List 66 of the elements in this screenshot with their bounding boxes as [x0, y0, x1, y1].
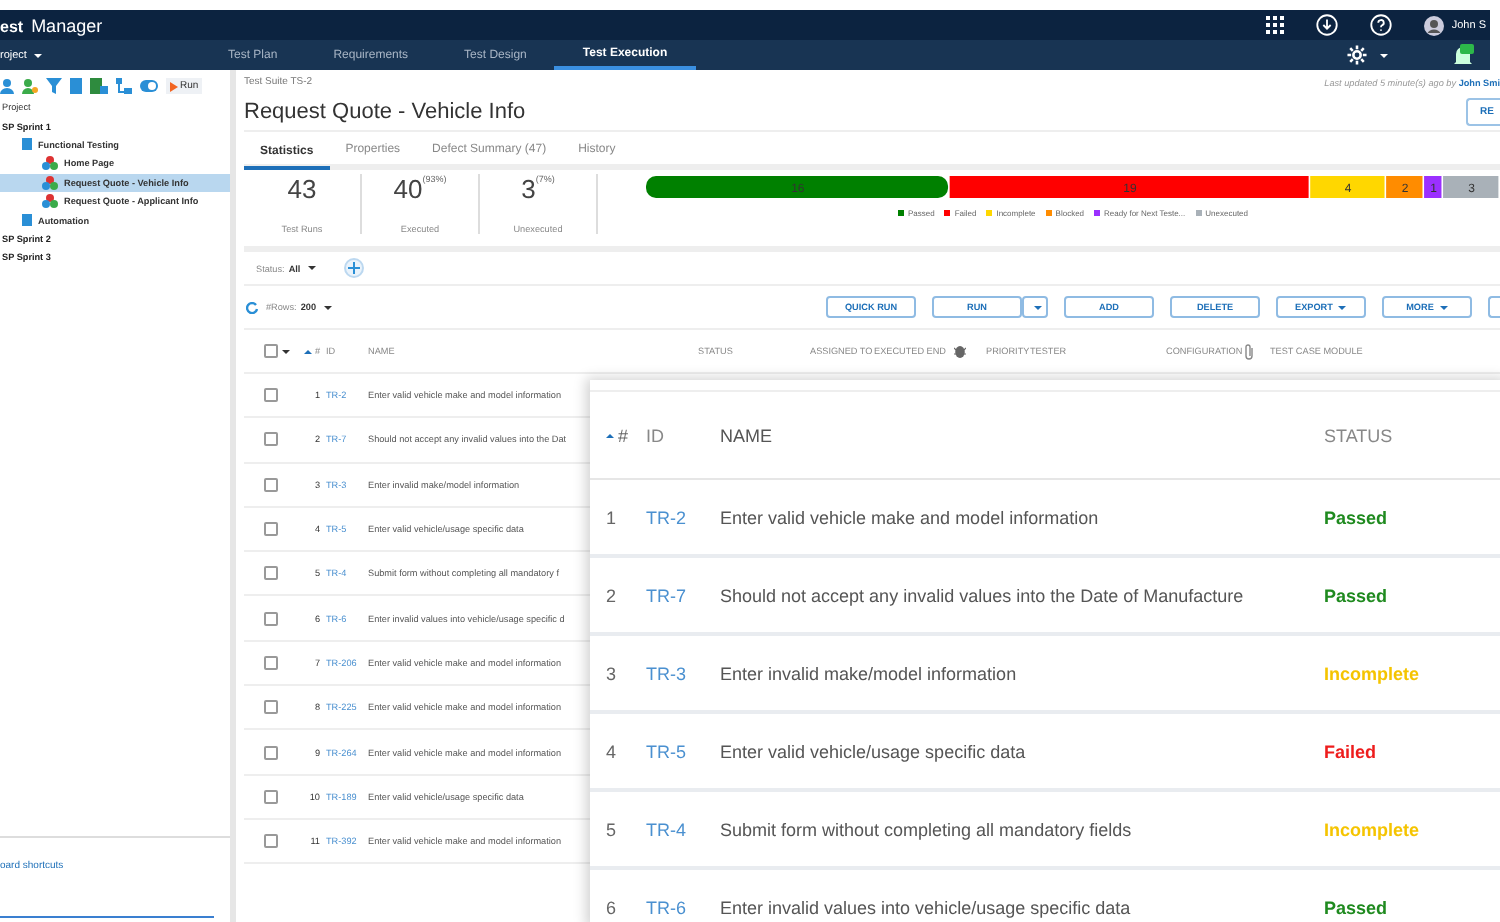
stat-value: 3: [521, 174, 536, 204]
status-text: Passed: [1324, 897, 1388, 917]
page-title: Request Quote - Vehicle Info: [244, 100, 526, 124]
table-cell-text: Enter valid vehicle make and model information: [720, 507, 1101, 527]
row-checkbox[interactable]: [264, 789, 278, 804]
download-icon[interactable]: [1315, 14, 1338, 36]
test-run-link[interactable]: TR-6: [646, 897, 720, 917]
row-checkbox[interactable]: [264, 522, 278, 537]
row-number: 1: [604, 507, 619, 527]
status-text: Passed: [1324, 585, 1388, 605]
row-checkbox[interactable]: [264, 432, 278, 447]
row-checkbox[interactable]: [264, 611, 278, 626]
row-number: 4: [604, 741, 619, 761]
row-checkbox[interactable]: [264, 655, 278, 670]
bug-icon: [954, 344, 966, 358]
logo-text: est: [0, 17, 24, 35]
table-cell-text: Enter invalid make/model information: [720, 663, 1019, 683]
row-checkbox[interactable]: [264, 700, 278, 715]
user-icon[interactable]: [0, 78, 14, 94]
table-cell-text: Should not accept any invalid values into the Date of Manufacture: [720, 585, 1246, 605]
status-text: Failed: [1324, 741, 1377, 761]
row-checkbox[interactable]: [264, 477, 278, 492]
test-run-link[interactable]: TR-4: [646, 819, 720, 839]
refresh-icon[interactable]: [246, 301, 258, 313]
avatar-icon[interactable]: [1423, 15, 1444, 35]
row-checkbox[interactable]: [264, 834, 278, 849]
status-text: Passed: [1324, 507, 1388, 527]
stat-value: 40: [393, 174, 423, 204]
test-run-link[interactable]: TR-2: [646, 507, 720, 527]
caret-icon[interactable]: [1380, 53, 1388, 57]
column-header[interactable]: ID: [646, 425, 720, 445]
help-icon[interactable]: [1369, 14, 1392, 36]
status-text: Incomplete: [1324, 819, 1420, 839]
filter-icon[interactable]: [46, 78, 62, 94]
action-button[interactable]: [1488, 296, 1500, 318]
table-cell-text: Enter invalid values into vehicle/usage specific data: [720, 897, 1133, 917]
notification-icon[interactable]: [1452, 43, 1474, 67]
row-checkbox[interactable]: [264, 566, 278, 581]
test-run-link[interactable]: TR-5: [646, 741, 720, 761]
test-run-link[interactable]: TR-7: [646, 585, 720, 605]
test-run-link[interactable]: TR-3: [646, 663, 720, 683]
row-number: 6: [604, 897, 619, 917]
select-all-checkbox[interactable]: [264, 344, 278, 358]
spreadsheet-icon[interactable]: [90, 78, 108, 94]
toggle-icon[interactable]: [140, 80, 158, 92]
users-icon[interactable]: [22, 78, 38, 94]
column-header[interactable]: STATUS: [1324, 425, 1393, 445]
row-checkbox[interactable]: [264, 745, 278, 760]
table-cell-text: Enter valid vehicle/usage specific data: [720, 741, 1028, 761]
row-checkbox[interactable]: [264, 388, 278, 403]
row-number: 5: [604, 819, 619, 839]
hierarchy-icon[interactable]: [116, 78, 132, 94]
paperclip-icon: [1244, 343, 1254, 359]
add-filter-button[interactable]: [344, 258, 365, 278]
play-icon: [170, 81, 178, 91]
row-number: 2: [604, 585, 619, 605]
dropdown-button[interactable]: [1022, 296, 1048, 318]
settings-icon[interactable]: [1346, 44, 1368, 66]
status-text: Incomplete: [1324, 663, 1420, 683]
table-cell-text: Submit form without completing all mandatory fields: [720, 819, 1134, 839]
column-header[interactable]: #: [590, 425, 646, 445]
stat-value: 43: [287, 174, 317, 204]
row-number: 3: [604, 663, 619, 683]
apps-grid-icon[interactable]: [1265, 16, 1284, 34]
column-header[interactable]: NAME: [720, 425, 1324, 445]
app-name: Manager: [31, 15, 103, 35]
